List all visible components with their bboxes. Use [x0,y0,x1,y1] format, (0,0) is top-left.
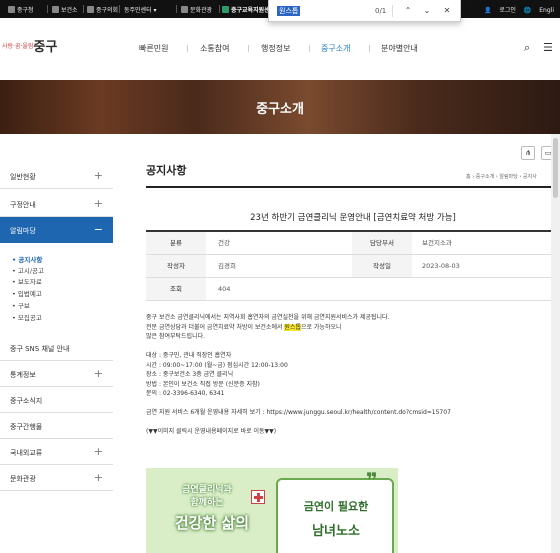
topbar-right: 👤 로그인 🌐 Engli [478,5,554,14]
council-icon [87,6,94,13]
close-icon[interactable]: ✕ [441,5,453,17]
hospital-cross-icon [251,490,265,504]
divider [47,5,48,13]
topbar-link-council[interactable]: 중구의회 [87,5,118,14]
find-bar: 원스톱 0/1 ⌃ ⌄ ✕ [268,0,461,22]
topbar-link-health-center[interactable]: 보건소 [52,5,78,14]
topbar-link-community-center[interactable]: 동주민센터 ▾ [124,5,157,14]
divider [83,5,84,13]
sidebar-subitem-recruitment[interactable]: • 모집공고 [12,312,42,322]
sidebar-item-statistics[interactable]: 통계정보 + [0,361,113,387]
plus-icon: + [93,445,103,458]
search-icon[interactable]: ⌕ [524,41,530,55]
page-banner: 중구소개 [0,80,560,134]
sidebar-item-notices[interactable]: 알림마당 − [0,217,113,243]
plus-icon: + [93,197,103,210]
post-department: 보건지소과 [422,239,452,247]
post-author: 김경희 [218,262,236,270]
divider [392,5,393,17]
post-meta-table: 분류 건강 담당부서 보건지소과 작성자 김경희 작성일 2023-08-03 … [146,230,560,301]
health-icon [52,6,59,13]
sidebar-item-general[interactable]: 일반현황 + [0,163,113,189]
find-match-count: 0/1 [375,7,387,15]
plus-icon: + [93,367,103,380]
title-rule [146,186,560,188]
nav-quick-service[interactable]: 빠른민원 [139,43,168,54]
menu-icon[interactable]: ☰ [543,41,553,54]
divider [187,45,188,52]
divider [119,5,120,13]
post-date: 2023-08-03 [422,262,460,270]
education-icon [222,6,229,13]
language-link[interactable]: 🌐 Engli [524,7,554,14]
plus-icon: + [93,169,103,182]
sidebar-item-newsletter[interactable]: 중구소식지 [0,387,113,413]
post-body: 중구 보건소 금연클리닉에서는 지역사회 흡연자의 금연실천을 위해 금연지원서… [146,313,560,437]
login-link[interactable]: 👤 로그인 [484,7,516,14]
topbar-link-culture-tour[interactable]: 문화관광 [181,5,212,14]
sidebar-subitem-gazette[interactable]: • 구보 [12,300,30,310]
nav-field-guide[interactable]: 분야별안내 [381,43,418,54]
divider [369,45,370,52]
chevron-up-icon[interactable]: ⌃ [402,5,414,17]
sidebar-subitem-press[interactable]: • 보도자료 [12,276,42,286]
sidebar-subitem-public-notice[interactable]: • 고시/공고 [12,265,44,275]
divider [248,45,249,52]
sidebar-item-administration[interactable]: 구정안내 + [0,191,113,217]
plus-icon: + [93,471,103,484]
sidebar-subitem-announcements[interactable]: • 공지사항 [12,254,42,264]
divider [219,5,220,13]
table-row: 조회 404 [146,278,560,301]
page-title: 공지사항 [146,164,187,177]
home-icon [8,6,15,13]
share-icon[interactable]: ⋔ [521,146,535,160]
culture-icon [181,6,188,13]
divider [309,45,310,52]
site-logo[interactable]: 사랑·꿈·울림중구 [2,36,57,55]
sidebar-item-exchange[interactable]: 국내외교류 + [0,439,113,465]
table-row: 분류 건강 담당부서 보건지소과 [146,232,560,255]
sidebar-item-publications[interactable]: 중구간행물 [0,413,113,439]
nav-about-junggu[interactable]: 중구소개 [321,43,350,54]
nav-participation[interactable]: 소통참여 [200,43,229,54]
nav-administration[interactable]: 행정정보 [261,43,290,54]
topbar-link-education-center[interactable]: 중구교육지원센 [222,5,270,14]
scrollbar[interactable] [551,134,560,553]
table-row: 작성자 김경희 작성일 2023-08-03 [146,255,560,278]
chevron-down-icon[interactable]: ⌄ [421,5,433,17]
detail-link[interactable]: 금연 지원 서비스 6개월 운영내용 자세히 보기 : https://www.… [146,408,560,418]
scrollbar-thumb[interactable] [553,138,558,198]
quote-icon: ❞ [366,468,378,492]
post-title: 23년 하반기 금연클리닉 운영안내 [금연치료약 처방 가능] [250,213,456,223]
find-input[interactable]: 원스톱 [277,6,301,16]
banner-title: 중구소개 [256,102,304,117]
minus-icon: − [93,223,103,236]
post-views: 404 [218,285,231,293]
campaign-poster-image[interactable]: 금연클리닉과 함께하는 건강한 삶의 ❞ 금연이 필요한 남녀노소 [146,468,398,553]
sidebar-item-sns[interactable]: 중구 SNS 채널 안내 [0,335,113,361]
breadcrumb: 홈 › 중구소개 › 알림마당 › 공지사 [466,174,537,180]
sidebar-subitem-legislation[interactable]: • 입법예고 [12,288,42,298]
find-highlight: 원스톱 [284,323,301,331]
topbar-link-district-office[interactable]: 중구청 [8,5,34,14]
divider [176,5,177,13]
post-category: 건강 [218,239,230,247]
sidebar-item-culture[interactable]: 문화관광 + [0,465,113,491]
